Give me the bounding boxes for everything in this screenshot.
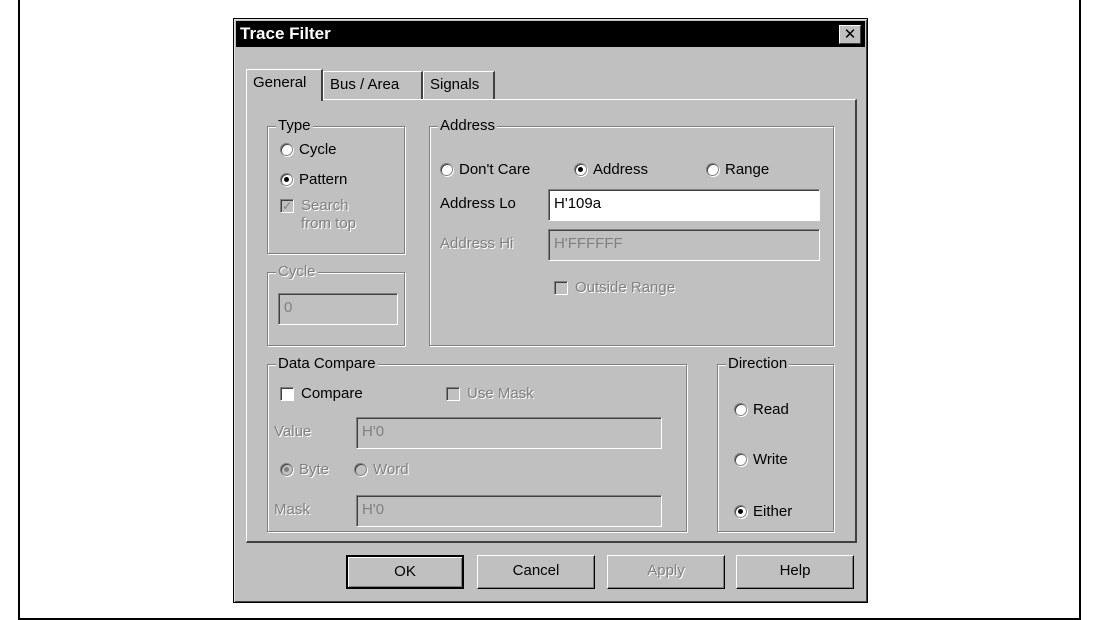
outside-range-label: Outside Range: [575, 279, 676, 296]
radio-selected-icon: [280, 463, 293, 476]
word-label: Word: [373, 461, 409, 478]
address-hi-label: Address Hi: [440, 235, 514, 252]
search-from-top-label: Search from top: [301, 197, 356, 233]
data-compare-legend: Data Compare: [276, 355, 378, 373]
tab-general-label: General: [253, 74, 307, 91]
mask-input[interactable]: H'0: [356, 495, 662, 527]
tab-bus-area-label: Bus / Area: [330, 76, 400, 93]
address-radio[interactable]: Address: [574, 161, 648, 178]
close-icon: ✕: [843, 26, 857, 43]
checkbox-icon: [446, 386, 460, 401]
radio-icon: [734, 453, 747, 466]
word-radio[interactable]: Word: [354, 461, 409, 478]
range-radio[interactable]: Range: [706, 161, 769, 178]
either-radio[interactable]: Either: [734, 503, 792, 520]
checkbox-icon: [554, 280, 568, 295]
cycle-input[interactable]: 0: [278, 293, 398, 325]
read-radio[interactable]: Read: [734, 401, 789, 418]
write-radio[interactable]: Write: [734, 451, 788, 468]
search-label-line1: Search: [301, 197, 349, 214]
radio-selected-icon: [574, 163, 587, 176]
dont-care-radio[interactable]: Don't Care: [440, 161, 530, 178]
value-label: Value: [274, 423, 312, 440]
radio-icon: [734, 403, 747, 416]
compare-label: Compare: [301, 385, 363, 402]
apply-button[interactable]: Apply: [607, 555, 725, 589]
title-bar: Trace Filter ✕: [236, 21, 865, 47]
data-compare-group: Data Compare Compare Use Mask Value H'0 …: [267, 355, 687, 532]
range-label: Range: [725, 161, 770, 178]
radio-selected-icon: [734, 505, 747, 518]
help-button[interactable]: Help: [736, 555, 854, 589]
read-label: Read: [753, 401, 789, 418]
type-pattern-label: Pattern: [299, 171, 348, 188]
byte-label: Byte: [299, 461, 330, 478]
write-label: Write: [753, 451, 788, 468]
address-lo-label: Address Lo: [440, 195, 516, 212]
mask-label: Mask: [274, 501, 310, 518]
tab-signals[interactable]: Signals: [423, 71, 495, 99]
dont-care-label: Don't Care: [459, 161, 531, 178]
search-from-top-checkbox[interactable]: ✓ Search from top: [280, 197, 356, 233]
value-input[interactable]: H'0: [356, 417, 662, 449]
tab-general[interactable]: General: [246, 69, 323, 101]
address-radio-label: Address: [593, 161, 649, 178]
address-lo-input[interactable]: H'109a: [548, 189, 820, 221]
byte-radio[interactable]: Byte: [280, 461, 329, 478]
type-group: Type Cycle Pattern ✓ Search from top: [267, 117, 405, 254]
use-mask-label: Use Mask: [467, 385, 534, 402]
ok-button[interactable]: OK: [346, 555, 464, 589]
use-mask-checkbox[interactable]: Use Mask: [446, 385, 534, 402]
direction-group: Direction Read Write Either: [717, 355, 834, 532]
tab-bus-area[interactable]: Bus / Area: [323, 71, 423, 99]
type-legend: Type: [276, 117, 313, 135]
type-pattern-radio[interactable]: Pattern: [280, 171, 347, 188]
general-tab-panel: Type Cycle Pattern ✓ Search from top Cyc…: [246, 99, 857, 543]
address-hi-input[interactable]: H'FFFFFF: [548, 229, 820, 261]
type-cycle-label: Cycle: [299, 141, 337, 158]
cancel-button[interactable]: Cancel: [477, 555, 595, 589]
radio-icon: [354, 463, 367, 476]
cycle-legend: Cycle: [276, 263, 318, 281]
trace-filter-dialog: Trace Filter ✕ General Bus / Area Signal…: [233, 18, 868, 603]
cycle-group: Cycle 0: [267, 263, 405, 346]
compare-checkbox[interactable]: Compare: [280, 385, 363, 402]
outside-range-checkbox[interactable]: Outside Range: [554, 279, 675, 296]
dialog-title: Trace Filter: [240, 24, 331, 43]
direction-legend: Direction: [726, 355, 790, 373]
radio-icon: [440, 163, 453, 176]
checkbox-icon: [280, 386, 294, 401]
type-cycle-radio[interactable]: Cycle: [280, 141, 337, 158]
radio-icon: [706, 163, 719, 176]
address-group: Address Don't Care Address Range Address…: [429, 117, 834, 346]
search-label-line2: from top: [301, 215, 357, 232]
radio-icon: [280, 143, 293, 156]
radio-selected-icon: [280, 173, 293, 186]
tab-signals-label: Signals: [430, 76, 480, 93]
either-label: Either: [753, 503, 793, 520]
address-legend: Address: [438, 117, 498, 135]
close-button[interactable]: ✕: [839, 25, 861, 44]
checkmark-icon: ✓: [280, 199, 294, 213]
